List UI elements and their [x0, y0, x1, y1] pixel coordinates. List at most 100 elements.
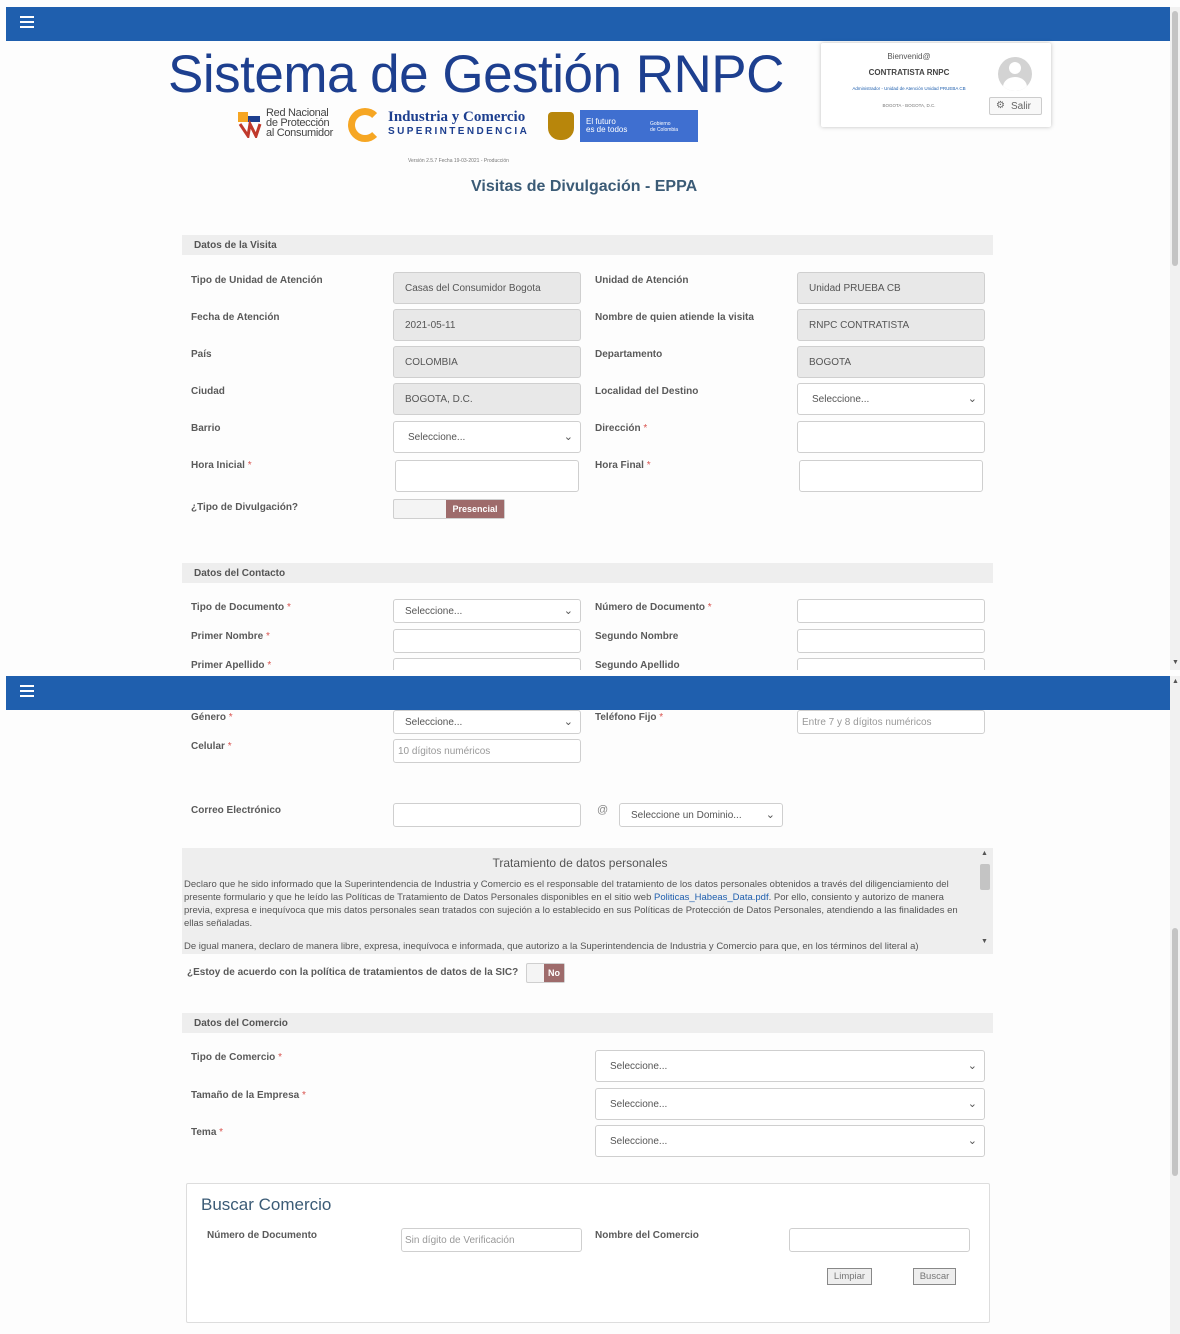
- genero-label: Género *: [191, 712, 233, 723]
- tipo-documento-select[interactable]: Seleccione... ⌄: [393, 599, 581, 623]
- chevron-down-icon: ⌄: [967, 1098, 977, 1110]
- user-role: Administrador - Unidad de Atención Unida…: [852, 86, 966, 91]
- buscar-comercio-title: Buscar Comercio: [201, 1195, 332, 1214]
- celular-label: Celular *: [191, 741, 232, 752]
- tipo-divulgacion-label: ¿Tipo de Divulgación?: [191, 502, 299, 513]
- numero-documento-label: Número de Documento *: [595, 602, 712, 613]
- logout-label: Salir: [1011, 101, 1032, 112]
- celular-input[interactable]: 10 dígitos numéricos: [393, 739, 581, 763]
- habeas-data-link[interactable]: Politicas_Habeas_Data.pdf: [654, 892, 769, 903]
- segundo-apellido-input[interactable]: [797, 658, 985, 670]
- avatar: [998, 57, 1032, 91]
- buscar-numero-documento-input[interactable]: Sin dígito de Verificación: [401, 1228, 582, 1252]
- ciudad-field: BOGOTA, D.C.: [393, 383, 581, 415]
- genero-select[interactable]: Seleccione... ⌄: [393, 710, 581, 734]
- colombia-shield-icon: [548, 112, 574, 140]
- scroll-down-icon[interactable]: ▼: [981, 938, 988, 945]
- dominio-select[interactable]: Seleccione un Dominio... ⌄: [619, 803, 783, 827]
- user-card: Bienvenid@ CONTRATISTA RNPC Administrado…: [821, 43, 1051, 127]
- departamento-field: BOGOTA: [797, 346, 985, 378]
- logout-button[interactable]: ⚙ Salir: [989, 97, 1042, 115]
- scrollbar-thumb[interactable]: [1172, 11, 1178, 266]
- scroll-down-icon[interactable]: ▼: [1172, 659, 1179, 667]
- numero-documento-input[interactable]: [797, 599, 985, 623]
- direccion-label: Dirección *: [595, 423, 648, 434]
- tema-label: Tema *: [191, 1127, 224, 1138]
- tipo-unidad-label: Tipo de Unidad de Atención: [191, 275, 323, 286]
- limpiar-button[interactable]: Limpiar: [827, 1268, 872, 1285]
- telefono-fijo-input[interactable]: Entre 7 y 8 dígitos numéricos: [797, 710, 985, 734]
- primer-nombre-label: Primer Nombre *: [191, 631, 270, 642]
- chevron-down-icon: ⌄: [563, 431, 573, 443]
- section-header-commerce: Datos del Comercio: [182, 1013, 993, 1033]
- hamburger-menu-icon[interactable]: [20, 16, 34, 28]
- pais-label: País: [191, 349, 212, 360]
- unidad-field: Unidad PRUEBA CB: [797, 272, 985, 304]
- correo-input[interactable]: [393, 803, 581, 827]
- gov-slogan-2: es de todos: [586, 125, 628, 134]
- buscar-numero-documento-label: Número de Documento: [207, 1230, 318, 1241]
- page-scrollbar[interactable]: ▼: [1170, 7, 1180, 670]
- hora-final-input[interactable]: [799, 460, 983, 492]
- pais-field: COLOMBIA: [393, 346, 581, 378]
- toggle-state-label: No: [544, 964, 564, 982]
- segundo-nombre-input[interactable]: [797, 629, 985, 653]
- direccion-input[interactable]: [797, 421, 985, 453]
- page-scrollbar[interactable]: ▲: [1170, 676, 1180, 1334]
- tema-select[interactable]: Seleccione... ⌄: [595, 1125, 985, 1157]
- toggle-state-label: Presencial: [446, 500, 504, 518]
- correo-label: Correo Electrónico: [191, 805, 282, 816]
- hora-inicial-input[interactable]: [395, 460, 579, 492]
- chevron-down-icon: ⌄: [563, 605, 573, 617]
- barrio-label: Barrio: [191, 423, 221, 434]
- tipo-documento-label: Tipo de Documento *: [191, 602, 291, 613]
- screen-bottom: ▲ Género * Seleccione... ⌄ Teléfono Fijo …: [0, 670, 1180, 1334]
- hamburger-menu-icon[interactable]: [20, 685, 34, 697]
- section-header-visit: Datos de la Visita: [182, 235, 993, 255]
- scrollbar-thumb[interactable]: [1172, 928, 1178, 1176]
- telefono-fijo-label: Teléfono Fijo *: [595, 712, 664, 723]
- hora-final-label: Hora Final *: [595, 460, 651, 471]
- privacy-scrollbar[interactable]: ▲ ▼: [979, 848, 991, 954]
- scroll-up-icon[interactable]: ▲: [1172, 678, 1179, 686]
- privacy-agree-label: ¿Estoy de acuerdo con la política de tra…: [187, 967, 519, 978]
- privacy-policy-box[interactable]: Tratamiento de datos personales Declaro …: [182, 848, 993, 954]
- user-location: BOGOTA - BOGOTA, D.C.: [882, 103, 936, 108]
- primer-nombre-input[interactable]: [393, 629, 581, 653]
- localidad-select[interactable]: Seleccione... ⌄: [797, 383, 985, 415]
- primer-apellido-label: Primer Apellido *: [191, 660, 272, 670]
- top-navbar: [6, 7, 1170, 41]
- scroll-up-icon[interactable]: ▲: [981, 850, 988, 857]
- tipo-divulgacion-toggle[interactable]: Presencial: [393, 499, 505, 519]
- tipo-comercio-label: Tipo de Comercio *: [191, 1052, 282, 1063]
- top-navbar: [6, 676, 1170, 710]
- departamento-label: Departamento: [595, 349, 663, 360]
- chevron-down-icon: ⌄: [967, 393, 977, 405]
- unidad-label: Unidad de Atención: [595, 275, 689, 286]
- sic-logo: Industria y Comercio SUPERINTENDENCIA: [348, 106, 538, 146]
- tamano-empresa-select[interactable]: Seleccione... ⌄: [595, 1088, 985, 1120]
- sic-logo-icon: [348, 108, 382, 142]
- scrollbar-thumb[interactable]: [980, 864, 990, 890]
- tipo-unidad-field: Casas del Consumidor Bogota: [393, 272, 581, 304]
- version-info: Versión 2.5.7 Fecha 19-03-2021 - Producc…: [408, 158, 509, 164]
- buscar-nombre-comercio-label: Nombre del Comercio: [595, 1230, 699, 1241]
- atiende-field: RNPC CONTRATISTA: [797, 309, 985, 341]
- privacy-agree-toggle[interactable]: No: [526, 963, 565, 983]
- screen-top: ▼ Sistema de Gestión RNPC Red Nacional d…: [0, 0, 1180, 670]
- segundo-nombre-label: Segundo Nombre: [595, 631, 679, 642]
- privacy-text: Declaro que he sido informado que la Sup…: [184, 879, 958, 952]
- rnpc-logo-icon: [238, 112, 262, 138]
- buscar-comercio-panel: Buscar Comercio Número de Documento Sin …: [186, 1183, 990, 1323]
- ciudad-label: Ciudad: [191, 386, 225, 397]
- buscar-nombre-comercio-input[interactable]: [789, 1228, 970, 1252]
- at-sign: @: [597, 804, 609, 816]
- page-title: Visitas de Divulgación - EPPA: [471, 178, 698, 195]
- tipo-comercio-select[interactable]: Seleccione... ⌄: [595, 1050, 985, 1082]
- buscar-button[interactable]: Buscar: [913, 1268, 956, 1285]
- gov-name-2: de Colombia: [650, 127, 679, 133]
- atiende-label: Nombre de quien atiende la visita: [595, 312, 754, 323]
- barrio-select[interactable]: Seleccione... ⌄: [393, 421, 581, 453]
- chevron-down-icon: ⌄: [563, 716, 573, 728]
- primer-apellido-input[interactable]: [393, 658, 581, 670]
